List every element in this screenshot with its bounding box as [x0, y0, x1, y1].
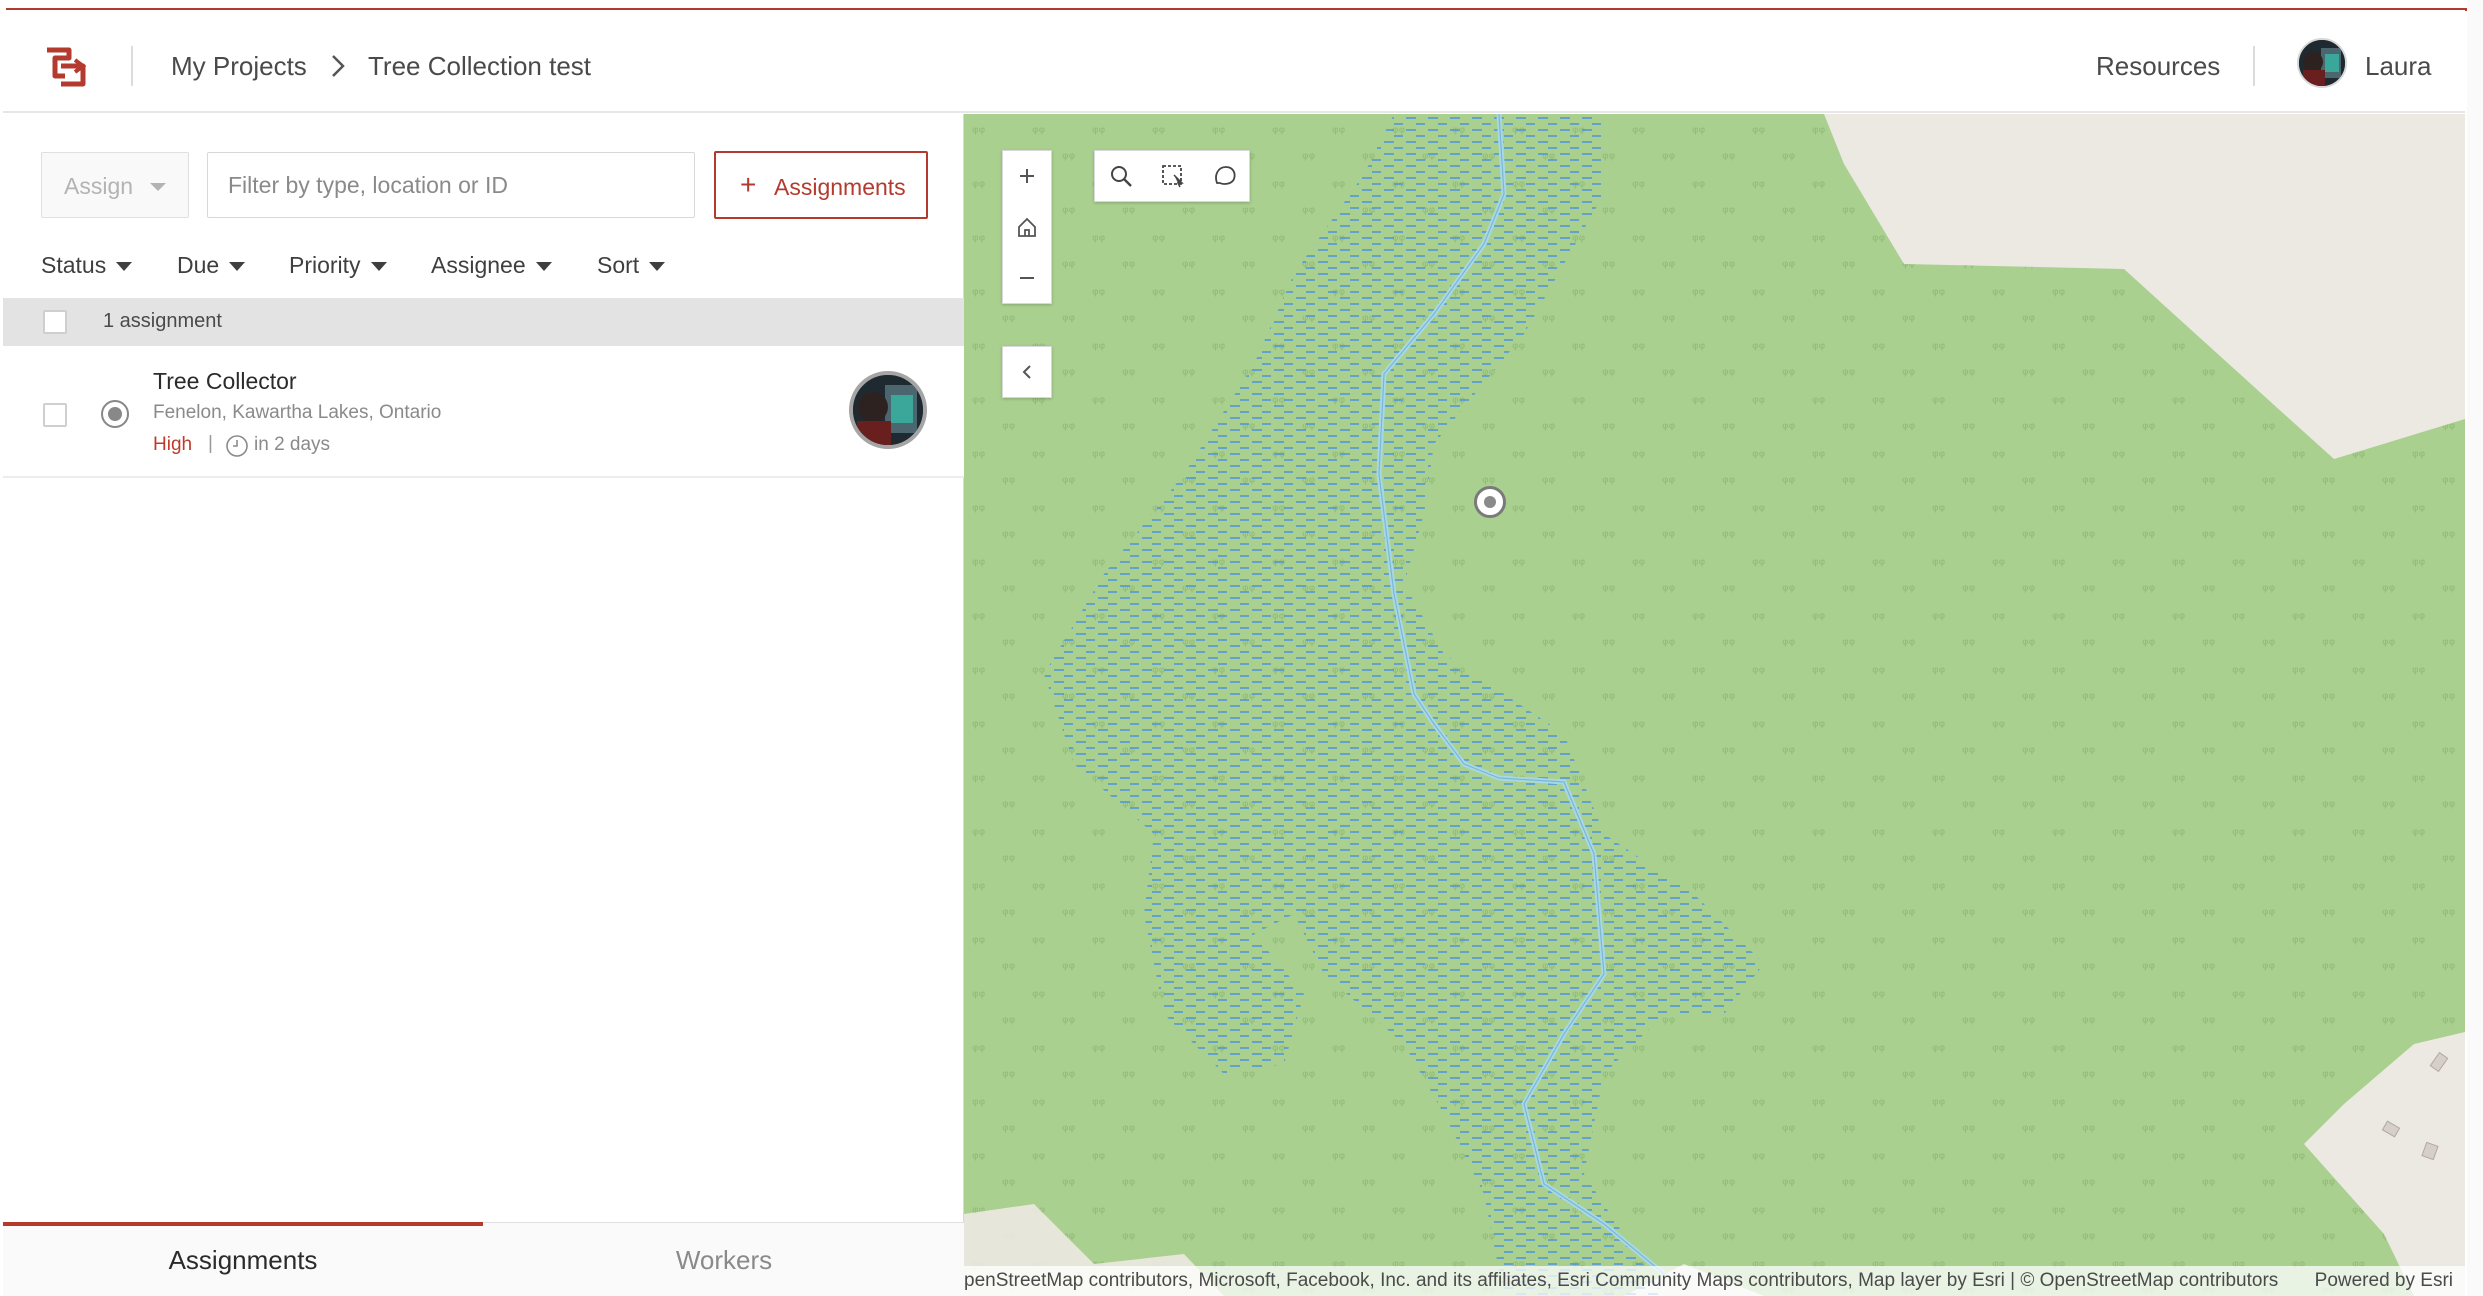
status-filter-dropdown[interactable]: Status — [41, 252, 133, 279]
map-view[interactable]: ᵠᵠ ᵠᵠ — [964, 114, 2465, 1296]
filter-input[interactable] — [207, 152, 695, 218]
map-navigation-controls — [1002, 150, 1052, 304]
chevron-left-icon — [1022, 365, 1031, 379]
rectangle-select-button[interactable] — [1147, 151, 1199, 201]
select-all-checkbox[interactable] — [43, 310, 67, 334]
assignment-count-bar: 1 assignment — [3, 298, 964, 346]
attribution-text: penStreetMap contributors, Microsoft, Fa… — [964, 1270, 2279, 1291]
assignment-priority: High — [153, 434, 193, 455]
breadcrumb-current-project: Tree Collection test — [368, 51, 592, 81]
home-icon — [1018, 217, 1036, 237]
user-name[interactable]: Laura — [2365, 44, 2432, 88]
lasso-select-button[interactable] — [1199, 151, 1251, 201]
app-header: My Projects Tree Collection test Resourc… — [3, 10, 2465, 113]
plus-icon: + — [740, 169, 757, 200]
assignment-count: 1 assignment — [103, 310, 222, 332]
row-checkbox[interactable] — [43, 403, 67, 427]
window-edge — [2467, 0, 2483, 1296]
header-divider-right — [2253, 46, 2255, 86]
clock-icon — [226, 435, 248, 457]
map-attribution: penStreetMap contributors, Microsoft, Fa… — [964, 1266, 2465, 1296]
bottom-tab-bar: Assignments Workers — [3, 1222, 964, 1296]
breadcrumb-chevron-icon — [332, 55, 345, 77]
list-item[interactable]: Tree Collector Fenelon, Kawartha Lakes, … — [3, 346, 964, 478]
assignments-panel: Assign + Assignments Status Due Priority… — [3, 114, 964, 1296]
zoom-in-icon — [1020, 169, 1034, 183]
resources-link[interactable]: Resources — [2096, 44, 2220, 88]
add-assignments-button[interactable]: + Assignments — [714, 151, 928, 219]
header-divider — [131, 46, 133, 86]
assignment-title: Tree Collector — [153, 368, 297, 394]
tab-workers[interactable]: Workers — [484, 1223, 964, 1296]
priority-filter-dropdown[interactable]: Priority — [289, 252, 387, 279]
assignment-map-marker[interactable] — [1474, 486, 1506, 518]
collapse-panel-button[interactable] — [1002, 346, 1052, 398]
assign-dropdown-label: Assign — [64, 173, 134, 199]
app-logo-icon[interactable] — [41, 42, 91, 92]
rectangle-select-icon — [1162, 165, 1184, 188]
map-basemap: ᵠᵠ ᵠᵠ — [964, 114, 2465, 1296]
sort-dropdown[interactable]: Sort — [597, 252, 666, 279]
home-button[interactable] — [1003, 202, 1051, 252]
zoom-in-button[interactable] — [1003, 151, 1051, 201]
zoom-out-icon — [1020, 277, 1034, 279]
assign-dropdown[interactable]: Assign — [41, 152, 189, 218]
assignment-due: in 2 days — [254, 434, 331, 455]
chevron-down-icon — [116, 262, 133, 272]
app-window: My Projects Tree Collection test Resourc… — [3, 10, 2465, 1296]
tab-assignments[interactable]: Assignments — [3, 1222, 483, 1296]
zoom-out-button[interactable] — [1003, 253, 1051, 303]
lasso-select-icon — [1215, 166, 1236, 185]
add-assignments-label: Assignments — [774, 174, 906, 200]
chevron-down-icon — [229, 262, 246, 272]
search-button[interactable] — [1095, 151, 1147, 201]
powered-by-link[interactable]: Powered by Esri — [2315, 1266, 2453, 1296]
chevron-down-icon — [150, 183, 166, 191]
assignment-location: Fenelon, Kawartha Lakes, Ontario — [153, 402, 442, 423]
chevron-down-icon — [535, 262, 552, 272]
assignee-avatar[interactable] — [849, 371, 927, 449]
breadcrumb-my-projects[interactable]: My Projects — [171, 44, 307, 88]
search-icon — [1111, 166, 1132, 187]
user-avatar[interactable] — [2297, 38, 2347, 88]
assignee-filter-dropdown[interactable]: Assignee — [431, 252, 552, 279]
chevron-down-icon — [649, 262, 666, 272]
chevron-down-icon — [370, 262, 387, 272]
due-filter-dropdown[interactable]: Due — [177, 252, 246, 279]
assignment-status-icon — [101, 400, 129, 428]
meta-divider: | — [208, 433, 213, 454]
map-selection-toolbar — [1094, 150, 1250, 202]
